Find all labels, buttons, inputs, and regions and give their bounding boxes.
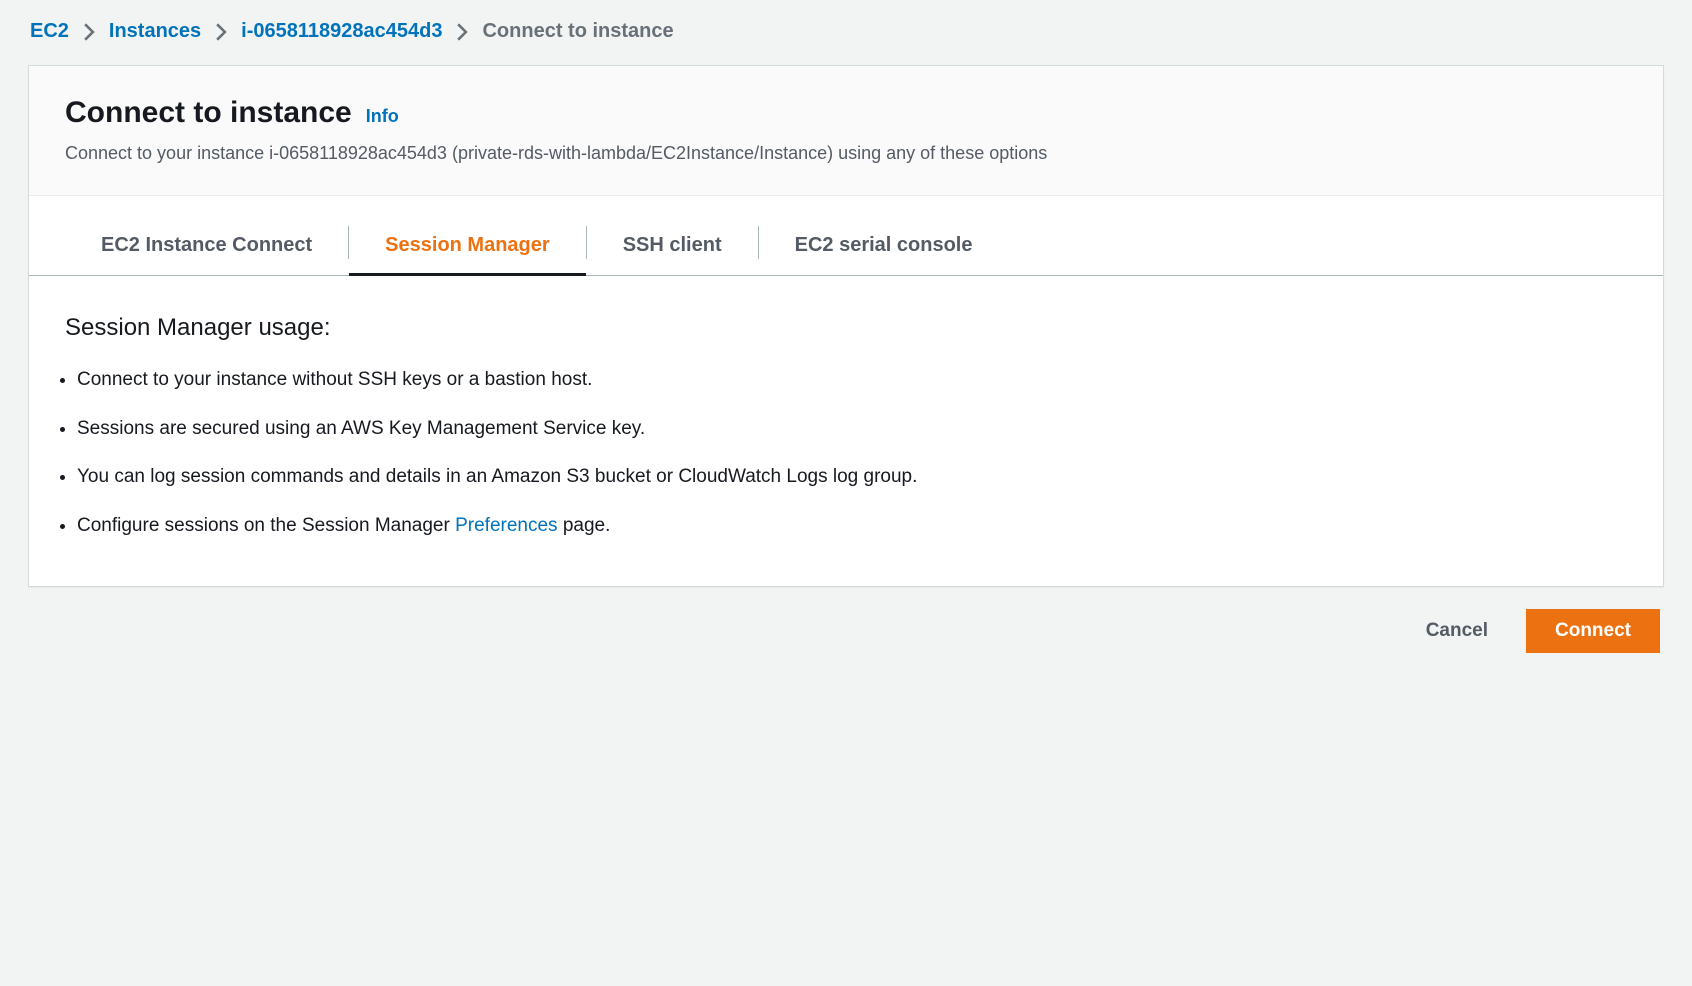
action-bar: Cancel Connect: [28, 587, 1664, 659]
usage-text: Configure sessions on the Session Manage…: [77, 515, 455, 536]
tab-ec2-instance-connect[interactable]: EC2 Instance Connect: [65, 222, 348, 276]
tab-ssh-client[interactable]: SSH client: [587, 222, 758, 276]
usage-heading: Session Manager usage:: [65, 314, 1627, 342]
chevron-right-icon: [83, 23, 95, 41]
connect-panel: Connect to instance Info Connect to your…: [28, 65, 1664, 587]
breadcrumb: EC2 Instances i-0658118928ac454d3 Connec…: [28, 20, 1664, 43]
breadcrumb-instances[interactable]: Instances: [109, 20, 201, 43]
tab-session-manager[interactable]: Session Manager: [349, 222, 586, 276]
panel-header: Connect to instance Info Connect to your…: [29, 66, 1663, 196]
tabs: EC2 Instance Connect Session Manager SSH…: [29, 196, 1663, 276]
tab-content: Session Manager usage: Connect to your i…: [29, 276, 1663, 586]
preferences-link[interactable]: Preferences: [455, 515, 557, 536]
chevron-right-icon: [456, 23, 468, 41]
page-title: Connect to instance: [65, 96, 352, 130]
chevron-right-icon: [215, 23, 227, 41]
page-subtitle: Connect to your instance i-0658118928ac4…: [65, 140, 1627, 167]
usage-item: Sessions are secured using an AWS Key Ma…: [77, 415, 1627, 444]
usage-item: Connect to your instance without SSH key…: [77, 366, 1627, 395]
cancel-button[interactable]: Cancel: [1406, 610, 1508, 652]
tab-ec2-serial-console[interactable]: EC2 serial console: [759, 222, 1009, 276]
breadcrumb-ec2[interactable]: EC2: [30, 20, 69, 43]
breadcrumb-current: Connect to instance: [482, 20, 673, 43]
usage-list: Connect to your instance without SSH key…: [65, 366, 1627, 540]
usage-text: page.: [558, 515, 611, 536]
connect-button[interactable]: Connect: [1526, 609, 1660, 653]
breadcrumb-instance-id[interactable]: i-0658118928ac454d3: [241, 20, 442, 43]
usage-item: Configure sessions on the Session Manage…: [77, 512, 1627, 541]
info-link[interactable]: Info: [366, 106, 399, 127]
usage-item: You can log session commands and details…: [77, 463, 1627, 492]
